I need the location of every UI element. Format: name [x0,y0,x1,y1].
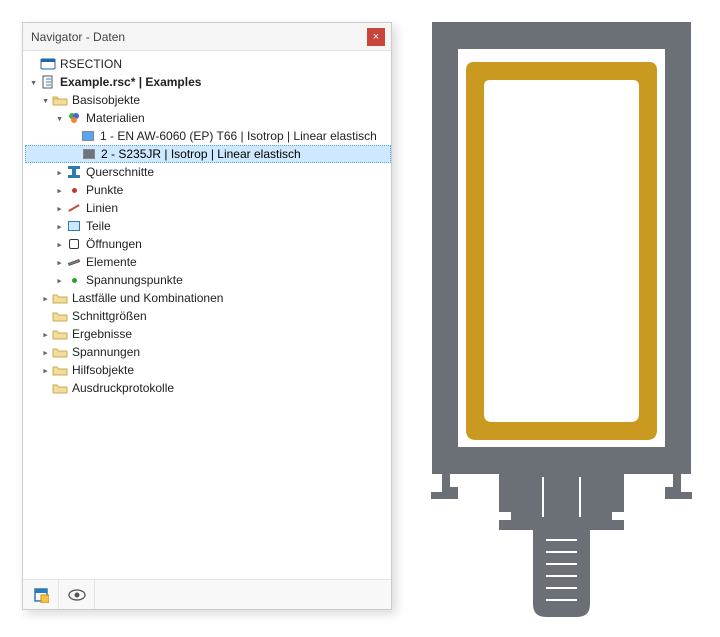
tree-node-material-2[interactable]: ▸ 2 - S235JR | Isotrop | Linear elastisc… [25,145,391,163]
tree-node-linien[interactable]: ▸ Linien [25,199,391,217]
toggle-icon[interactable]: ▾ [53,112,66,125]
material-swatch-icon [81,146,97,162]
tree-node-spannungen[interactable]: ▸ Spannungen [25,343,391,361]
navigator-tree[interactable]: ▾ RSECTION ▾ Example.rsc* | Examples ▾ B… [23,51,391,579]
cross-section-figure [420,22,703,617]
data-tab-icon [33,587,49,603]
toggle-icon[interactable]: ▾ [27,76,40,89]
tree-node-ausdruckprotokolle[interactable]: ▸ Ausdruckprotokolle [25,379,391,397]
section-icon [66,164,82,180]
point-icon [66,182,82,198]
folder-icon [52,344,68,360]
toggle-icon[interactable]: ▸ [39,328,52,341]
tree-node-hilfsobjekte[interactable]: ▸ Hilfsobjekte [25,361,391,379]
stress-point-icon [66,272,82,288]
toggle-icon[interactable]: ▸ [39,292,52,305]
titlebar: Navigator - Daten × [23,23,391,51]
materials-icon [66,110,82,126]
window-title: Navigator - Daten [31,30,367,44]
tree-node-basisobjekte[interactable]: ▾ Basisobjekte [25,91,391,109]
folder-icon [52,380,68,396]
folder-icon [52,362,68,378]
tree-node-material-1[interactable]: ▸ 1 - EN AW-6060 (EP) T66 | Isotrop | Li… [25,127,391,145]
tree-node-punkte[interactable]: ▸ Punkte [25,181,391,199]
tree-node-teile[interactable]: ▸ Teile [25,217,391,235]
tree-node-elemente[interactable]: ▸ Elemente [25,253,391,271]
toggle-icon[interactable]: ▸ [39,346,52,359]
toggle-icon[interactable]: ▸ [53,238,66,251]
tree-node-oeffnungen[interactable]: ▸ Öffnungen [25,235,391,253]
folder-icon [52,290,68,306]
toggle-icon[interactable]: ▸ [53,166,66,179]
toggle-icon[interactable]: ▸ [53,184,66,197]
footer-tab-view[interactable] [59,580,95,609]
toggle-icon[interactable]: ▾ [39,94,52,107]
toggle-icon[interactable]: ▸ [53,256,66,269]
folder-icon [52,308,68,324]
part-icon [66,218,82,234]
close-button[interactable]: × [367,28,385,46]
folder-icon [52,92,68,108]
material-swatch-icon [80,128,96,144]
folder-icon [52,326,68,342]
panel-footer [23,579,391,609]
element-icon [66,254,82,270]
toggle-icon[interactable]: ▸ [39,364,52,377]
inner-profile [466,62,657,440]
opening-icon [66,236,82,252]
tree-node-materialien[interactable]: ▾ Materialien [25,109,391,127]
eye-icon [68,589,86,601]
toggle-icon[interactable]: ▸ [53,274,66,287]
app-root-node[interactable]: ▾ RSECTION [25,55,391,73]
line-icon [66,200,82,216]
app-root-label: RSECTION [60,57,122,71]
tree-node-spannungspunkte[interactable]: ▸ Spannungspunkte [25,271,391,289]
toggle-icon[interactable]: ▸ [53,202,66,215]
navigator-panel: Navigator - Daten × ▾ RSECTION ▾ Example… [22,22,392,610]
close-icon: × [373,31,379,43]
file-node[interactable]: ▾ Example.rsc* | Examples [25,73,391,91]
toggle-icon[interactable]: ▸ [53,220,66,233]
file-label: Example.rsc* | Examples [60,75,201,89]
app-icon [40,56,56,72]
footer-tab-data[interactable] [23,580,59,609]
tree-node-querschnitte[interactable]: ▸ Querschnitte [25,163,391,181]
tree-node-lastfaelle[interactable]: ▸ Lastfälle und Kombinationen [25,289,391,307]
file-icon [40,74,56,90]
tree-node-schnittgroessen[interactable]: ▸ Schnittgrößen [25,307,391,325]
tree-node-ergebnisse[interactable]: ▸ Ergebnisse [25,325,391,343]
